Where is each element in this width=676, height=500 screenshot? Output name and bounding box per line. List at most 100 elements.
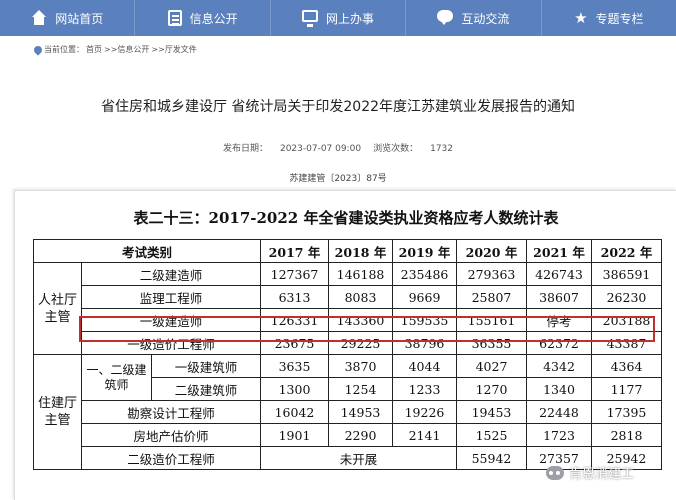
nav-item-label: 互动交流 [461, 11, 510, 26]
table-cell: 4027 [456, 354, 527, 378]
table-row: 监理工程师 6313 8083 9669 25807 38607 26230 [34, 285, 662, 309]
table-cell: 2141 [392, 423, 457, 447]
table-cell: 29225 [328, 331, 393, 355]
table-cell: 19453 [456, 400, 527, 424]
table-row: 房地产估价师 1901 2290 2141 1525 1723 2818 [34, 423, 662, 447]
table-cell: 36355 [456, 331, 527, 355]
table-cell: 26230 [591, 285, 662, 309]
nav-item-label: 网上办事 [326, 11, 375, 26]
star-icon: ★ [574, 9, 588, 27]
table-cell: 127367 [260, 262, 329, 286]
nav-item-label: 网站首页 [55, 11, 104, 26]
table-row-highlighted: 一级建造师 126331 143360 159535 155161 停考 203… [34, 308, 662, 332]
table-cell: 38796 [392, 331, 457, 355]
table-row: 一级造价工程师 23675 29225 38796 36355 62372 43… [34, 331, 662, 355]
table-cell: 4342 [526, 354, 592, 378]
header-year: 2019 年 [392, 239, 457, 263]
breadcrumb-prefix: 当前位置： [44, 45, 84, 54]
table-cell: 2818 [591, 423, 662, 447]
subgroup-label-architect: 一、二级建筑师 [81, 354, 152, 401]
breadcrumb-link-info[interactable]: >>信息公开 [104, 44, 149, 55]
chat-icon [437, 10, 454, 25]
location-pin-icon [32, 43, 44, 56]
publish-date: 发布日期： 2023-07-07 09:00 [223, 144, 361, 154]
row-name: 房地产估价师 [81, 423, 261, 447]
row-name: 一级造价工程师 [81, 331, 261, 355]
row-name: 一级建筑师 [151, 354, 261, 378]
nav-item-home[interactable]: 网站首页 [0, 0, 136, 36]
nav-item-special-topics[interactable]: ★ 专题专栏 [542, 0, 676, 36]
view-count: 浏览次数： 1732 [373, 144, 453, 154]
table-cell: 279363 [456, 262, 527, 286]
table-cell: 4364 [591, 354, 662, 378]
row-name: 二级建造师 [81, 262, 261, 286]
table-cell: 1525 [456, 423, 527, 447]
nav-item-online-services[interactable]: 网上办事 [271, 0, 407, 36]
table-cell: 4044 [392, 354, 457, 378]
table-cell: 155161 [456, 308, 527, 332]
table-cell: 16042 [260, 400, 329, 424]
views-label: 浏览次数： [373, 144, 419, 154]
row-name: 一级建造师 [81, 308, 261, 332]
nav-item-info-disclosure[interactable]: 信息公开 [135, 0, 271, 36]
header-year: 2022 年 [591, 239, 662, 263]
table-title: 表二十三：2017-2022 年全省建设类执业资格应考人数统计表 [133, 209, 559, 227]
row-name: 二级建筑师 [151, 377, 261, 401]
table-row: 住建厅主管 一、二级建筑师 一级建筑师 3635 3870 4044 4027 … [33, 354, 662, 470]
table-header-row: 考试类别 2017 年 2018 年 2019 年 2020 年 2021 年 … [33, 239, 662, 263]
table-cell: 143360 [328, 308, 393, 332]
article-title: 省住房和城乡建设厅 省统计局关于印发2022年度江苏建筑业发展报告的通知 [100, 99, 576, 115]
table-cell: 203188 [591, 308, 662, 332]
table-cell: 19226 [392, 400, 457, 424]
table-cell: 23675 [260, 331, 329, 355]
home-icon [31, 10, 47, 26]
breadcrumb-link-dept-docs[interactable]: >>厅发文件 [151, 44, 196, 55]
header-year: 2021 年 [526, 239, 592, 263]
row-name: 勘察设计工程师 [81, 400, 261, 424]
table-cell: 1723 [526, 423, 592, 447]
table-cell: 1340 [526, 377, 592, 401]
table-cell: 38607 [526, 285, 592, 309]
nav-item-interaction[interactable]: 互动交流 [406, 0, 542, 36]
wechat-icon [546, 465, 564, 480]
table-cell: 1270 [456, 377, 527, 401]
table-cell: 25807 [456, 285, 527, 309]
statistics-table-image: 表二十三：2017-2022 年全省建设类执业资格应考人数统计表 考试类别 20… [14, 190, 676, 500]
header-year: 2018 年 [328, 239, 393, 263]
header-year: 2020 年 [456, 239, 527, 263]
table-cell: 1177 [591, 377, 662, 401]
table-cell: 17395 [591, 400, 662, 424]
breadcrumb: 当前位置： 首页 >>信息公开 >>厅发文件 [32, 43, 199, 56]
table-cell: 426743 [526, 262, 592, 286]
article-meta: 发布日期： 2023-07-07 09:00 浏览次数： 1732 [0, 141, 676, 154]
table-cell: 55942 [456, 446, 527, 470]
table-cell: 停考 [526, 308, 592, 332]
table-cell: 159535 [392, 308, 457, 332]
publish-label: 发布日期： [222, 144, 268, 154]
table-row: 人社厅主管 二级建造师 127367 146188 235486 279363 … [33, 262, 662, 355]
publish-date-value: 2023-07-07 09:00 [279, 144, 362, 154]
monitor-icon [302, 10, 318, 27]
not-held-cell: 未开展 [260, 446, 457, 470]
table-cell: 9669 [392, 285, 457, 309]
watermark-text: 肯恩消建工 [569, 467, 635, 482]
table-cell: 62372 [526, 331, 592, 355]
statistics-table: 考试类别 2017 年 2018 年 2019 年 2020 年 2021 年 … [33, 239, 662, 470]
table-row: 勘察设计工程师 16042 14953 19226 19453 22448 17… [34, 400, 662, 424]
table-cell: 1300 [260, 377, 329, 401]
table-cell: 43387 [591, 331, 662, 355]
header-year: 2017 年 [260, 239, 329, 263]
table-cell: 1901 [260, 423, 329, 447]
table-cell: 235486 [392, 262, 457, 286]
table-cell: 146188 [328, 262, 393, 286]
group-label-hrss: 人社厅主管 [33, 262, 82, 355]
table-cell: 3635 [260, 354, 329, 378]
header-category: 考试类别 [33, 239, 261, 263]
table-cell: 3870 [328, 354, 393, 378]
document-number: 苏建建管〔2023〕87号 [289, 174, 387, 184]
views-value: 1732 [430, 144, 454, 154]
table-cell: 2290 [328, 423, 393, 447]
row-name: 监理工程师 [81, 285, 261, 309]
breadcrumb-link-home[interactable]: 首页 [86, 44, 102, 55]
table-cell: 1233 [392, 377, 457, 401]
